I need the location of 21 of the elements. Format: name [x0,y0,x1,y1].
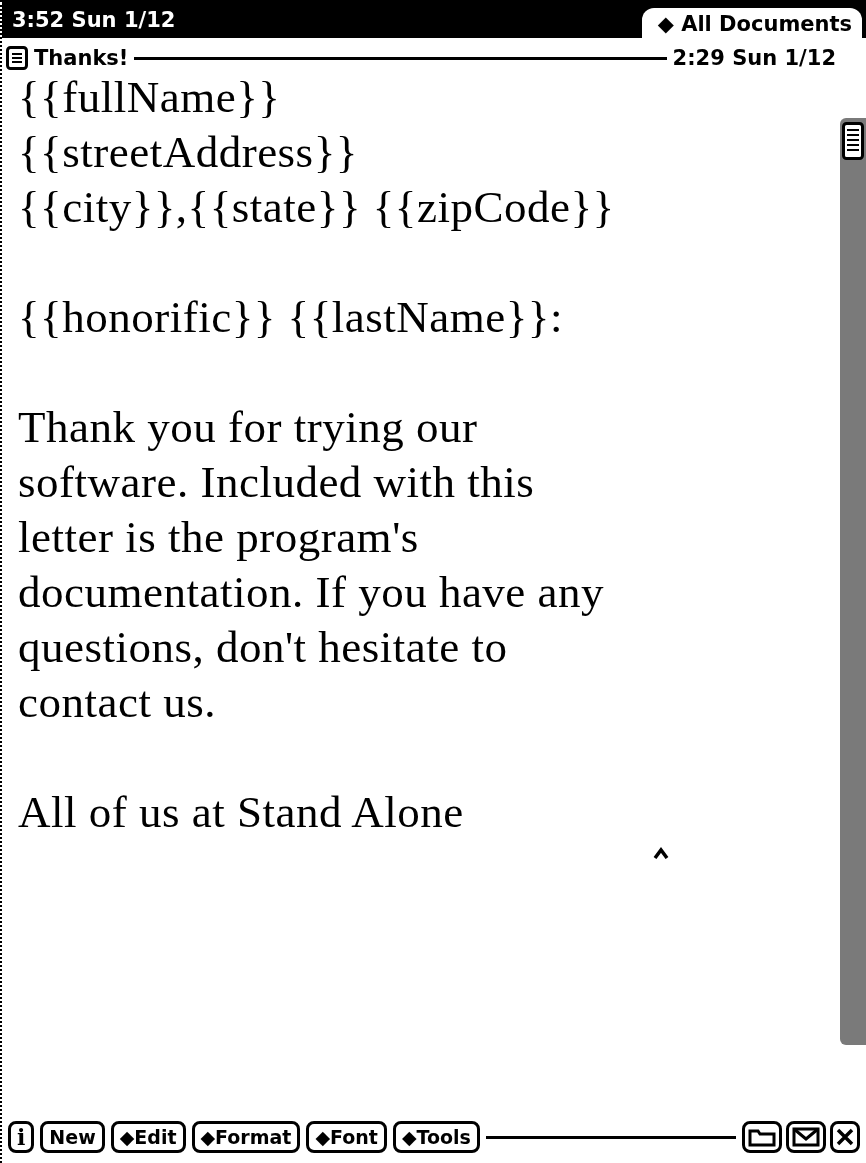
scroll-thumb[interactable] [842,122,864,160]
toolbar-button[interactable]: ◆Font [306,1121,387,1153]
note-title: Thanks! [34,46,129,70]
toolbar-button[interactable]: ◆Tools [392,1121,480,1153]
note-icon[interactable] [6,46,28,70]
caret-icon [653,847,669,859]
note-timestamp: 2:29 Sun 1/12 [672,46,836,70]
folder-tab[interactable]: ◆ All Documents [641,8,862,38]
letter-text: All of us at Stand Alone [18,786,465,839]
toolbar-button[interactable]: ◆Edit [110,1121,186,1153]
toolbar-button[interactable]: ◆Format [191,1121,301,1153]
toolbar-button[interactable]: New [40,1121,105,1153]
close-icon[interactable] [830,1121,860,1153]
status-time: 3:52 Sun 1/12 [12,8,176,32]
envelope-icon[interactable] [786,1121,826,1153]
letter-text: {{honorific}} {{lastName}}: [18,291,564,344]
letter-text: Thank you for trying our software. Included with this letter is the program's documentation. If you have any questions, don't hesitate to contact us. [18,401,606,729]
folder-icon[interactable] [742,1121,782,1153]
scroll-bar[interactable] [840,118,866,1045]
letter-text: {{fullName}} {{streetAddress}} {{city}},{{state}} {{zipCode}} [18,71,616,234]
info-button[interactable]: i [8,1121,35,1153]
